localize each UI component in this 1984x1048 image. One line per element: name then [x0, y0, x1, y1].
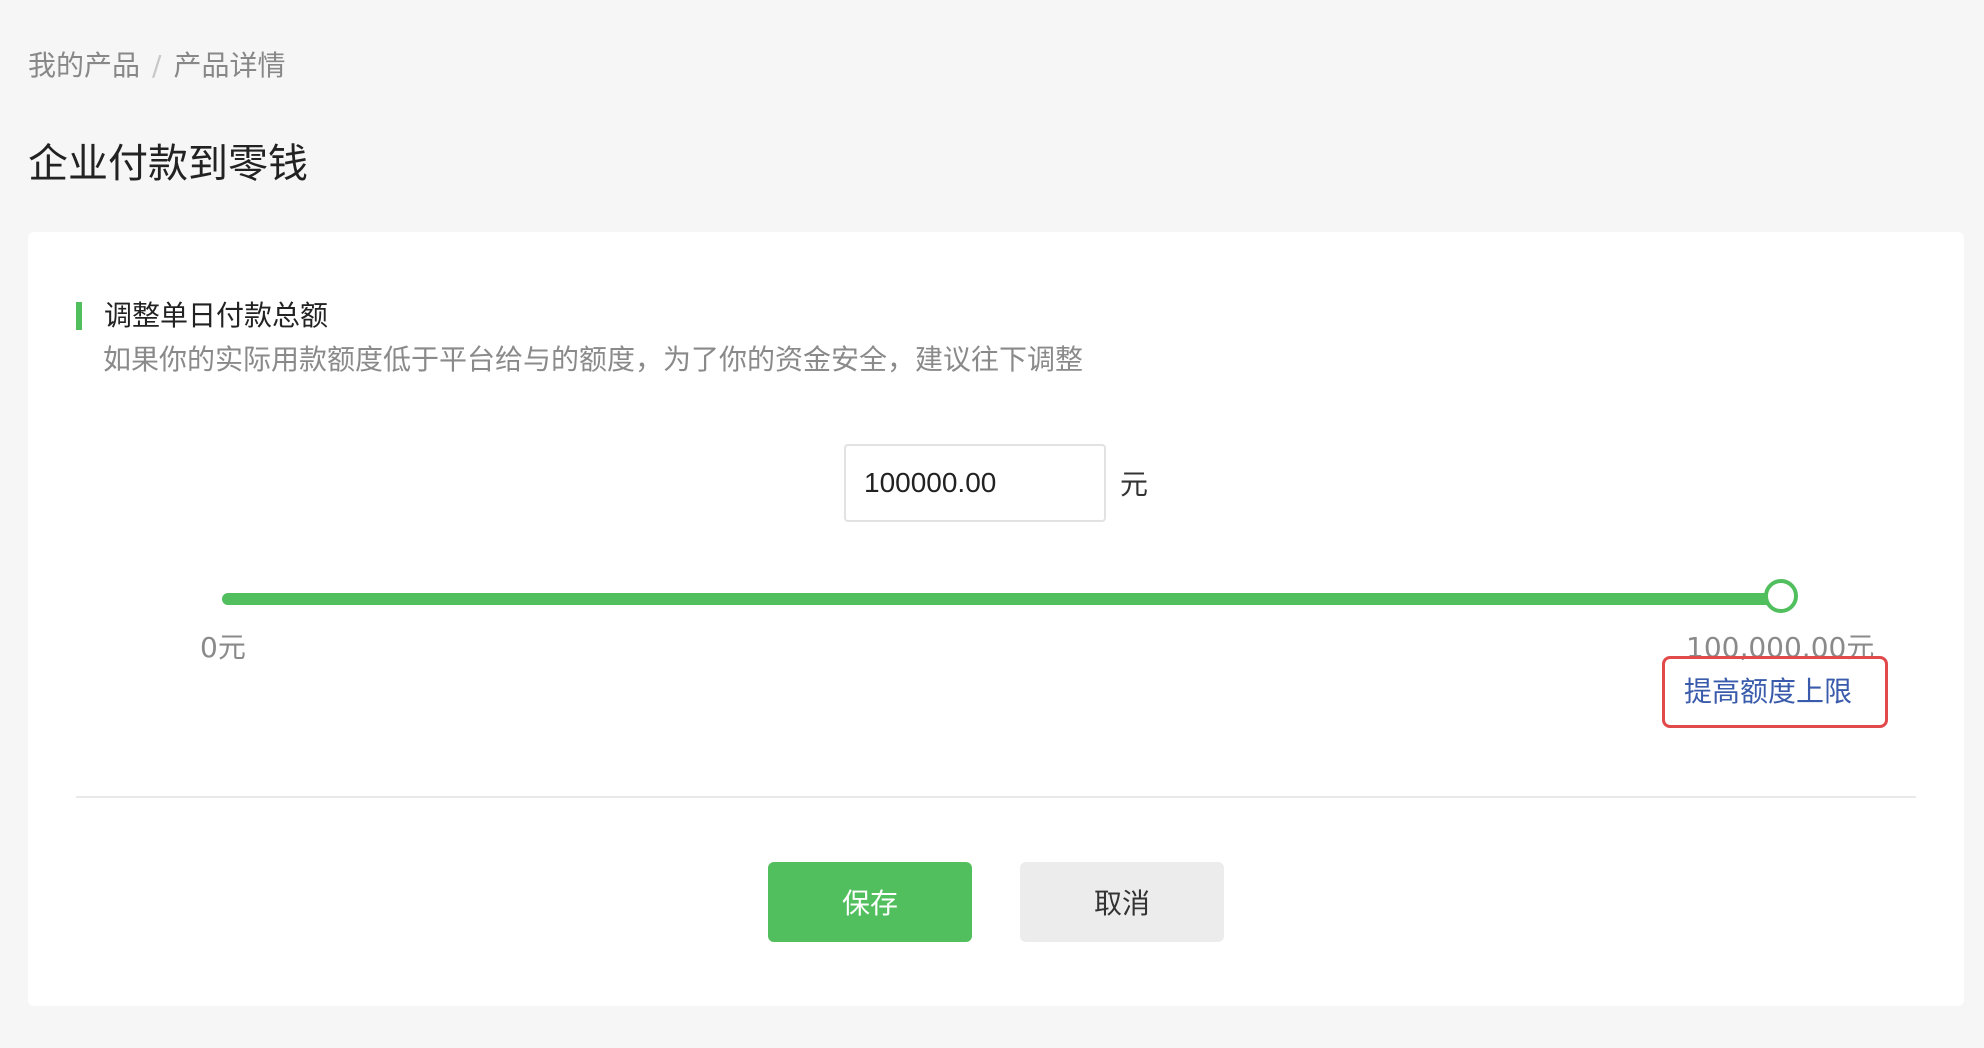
slider-fill	[222, 593, 1782, 605]
breadcrumb-item-my-products[interactable]: 我的产品	[28, 46, 140, 86]
settings-card: 调整单日付款总额 如果你的实际用款额度低于平台给与的额度，为了你的资金安全，建议…	[28, 232, 1964, 1006]
amount-unit: 元	[1120, 468, 1149, 501]
amount-slider[interactable]	[222, 579, 1798, 613]
breadcrumb: 我的产品 / 产品详情	[28, 46, 285, 86]
section-header: 调整单日付款总额	[76, 296, 328, 336]
divider	[76, 796, 1916, 798]
amount-input[interactable]	[844, 444, 1106, 522]
breadcrumb-item-product-detail: 产品详情	[173, 49, 286, 82]
cancel-button[interactable]: 取消	[1020, 862, 1224, 942]
section-description: 如果你的实际用款额度低于平台给与的额度，为了你的资金安全，建议往下调整	[103, 343, 1084, 376]
save-button[interactable]: 保存	[768, 862, 972, 942]
slider-min-label: 0元	[200, 631, 246, 664]
section-title: 调整单日付款总额	[104, 299, 329, 332]
amount-field-group: 元	[844, 444, 1148, 522]
slider-thumb[interactable]	[1764, 579, 1798, 613]
page: 我的产品 / 产品详情 企业付款到零钱 调整单日付款总额 如果你的实际用款额度低…	[0, 0, 1984, 1048]
page-title: 企业付款到零钱	[28, 141, 308, 187]
section-accent-bar	[76, 302, 82, 330]
breadcrumb-separator: /	[152, 49, 162, 82]
raise-limit-link[interactable]: 提高额度上限	[1684, 672, 1852, 712]
